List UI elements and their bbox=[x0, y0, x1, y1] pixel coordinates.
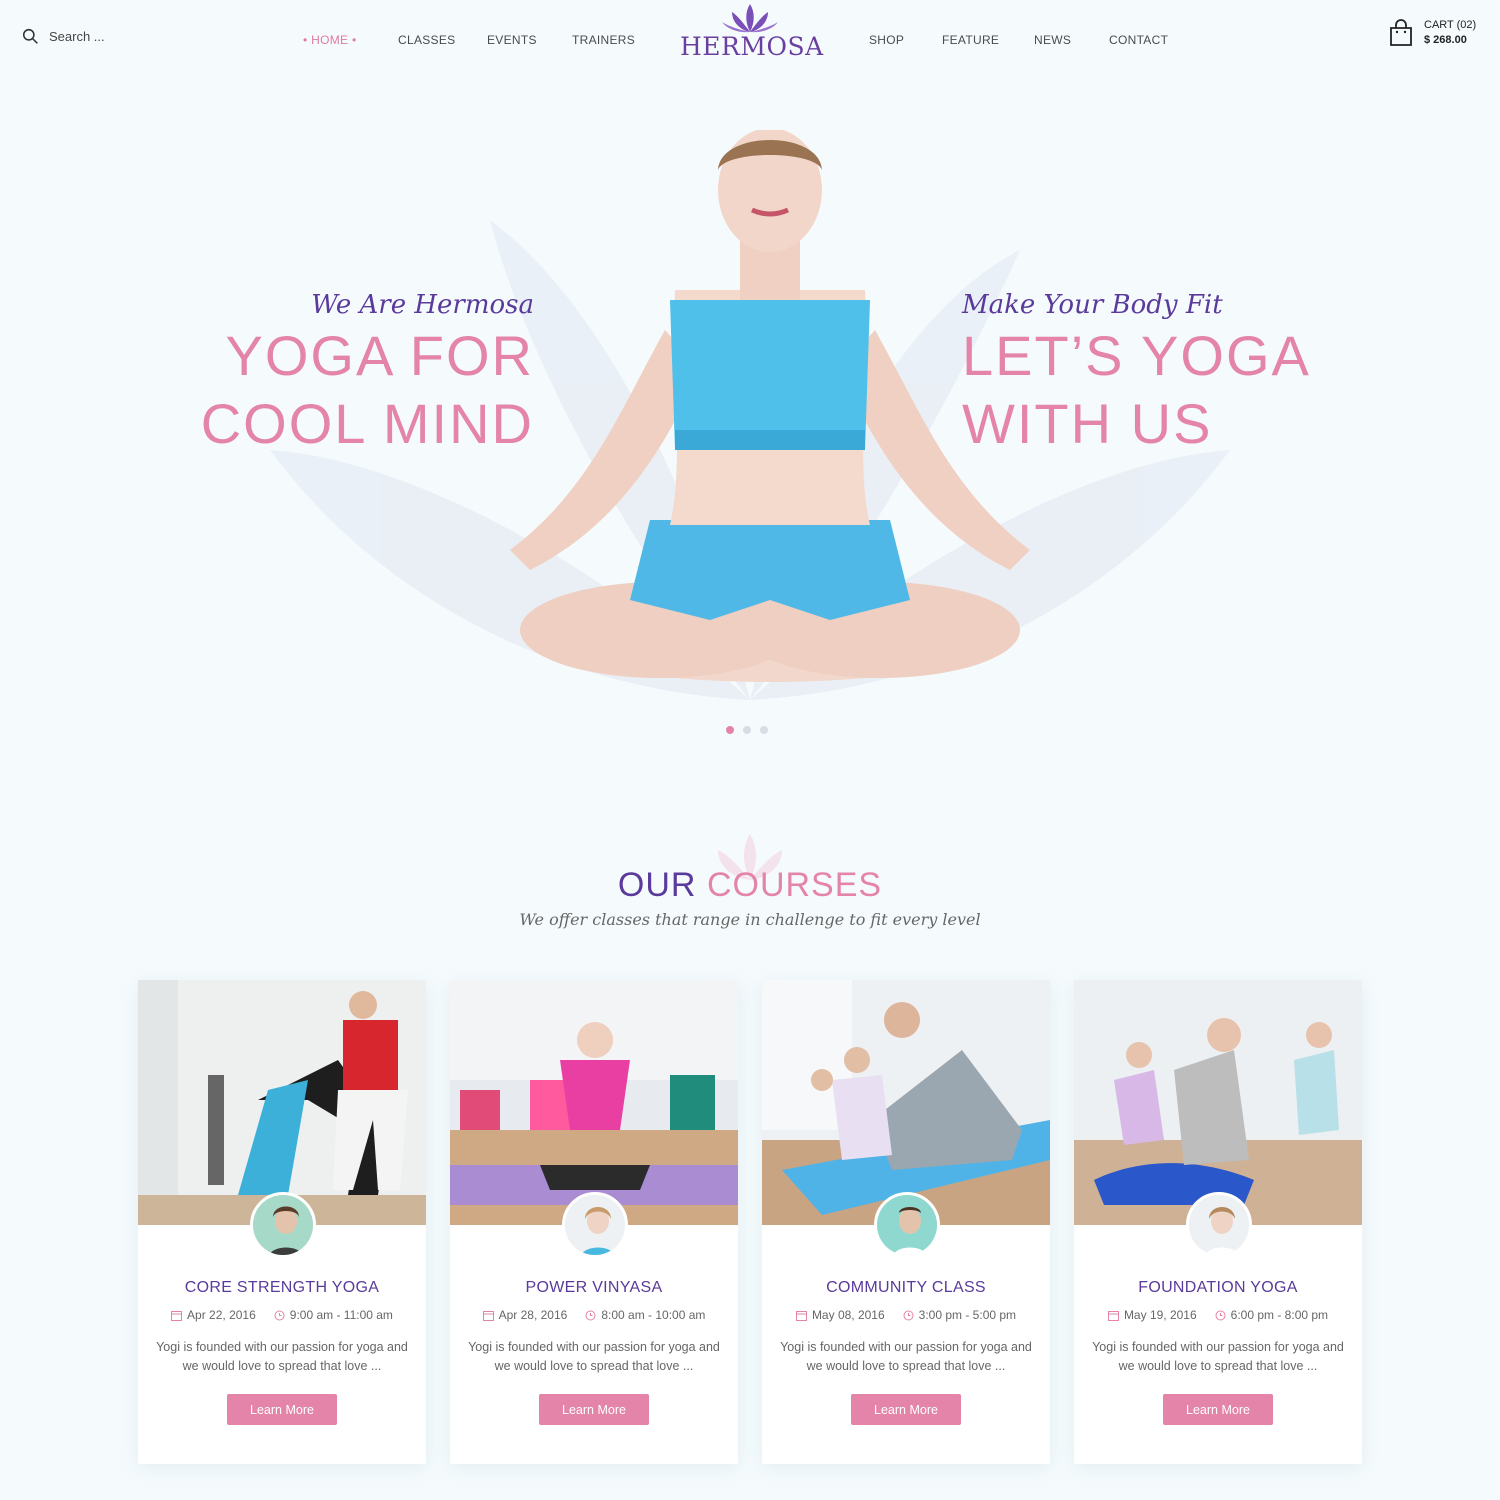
nav-home-label: HOME bbox=[311, 33, 349, 47]
calendar-icon bbox=[1107, 1310, 1119, 1321]
nav-trainers[interactable]: TRAINERS bbox=[572, 33, 635, 47]
search-icon[interactable] bbox=[22, 28, 39, 45]
site-header: • HOME • CLASSES EVENTS TRAINERS SHOP FE… bbox=[0, 0, 1500, 80]
course-title[interactable]: COMMUNITY CLASS bbox=[762, 1279, 1050, 1297]
course-card: FOUNDATION YOGA May 19, 2016 6:00 pm - 8… bbox=[1074, 980, 1362, 1464]
course-time: 9:00 am - 11:00 am bbox=[274, 1308, 393, 1322]
courses-title: OUR COURSES bbox=[0, 866, 1500, 905]
course-description: Yogi is founded with our passion for yog… bbox=[1092, 1340, 1344, 1373]
clock-icon bbox=[1215, 1310, 1226, 1320]
course-photo bbox=[138, 980, 426, 1225]
course-card: CORE STRENGTH YOGA Apr 22, 2016 9:00 am … bbox=[138, 980, 426, 1464]
course-photo bbox=[762, 980, 1050, 1225]
calendar-icon bbox=[482, 1310, 494, 1321]
trainer-avatar[interactable] bbox=[562, 1192, 628, 1258]
course-date: May 08, 2016 bbox=[795, 1308, 885, 1322]
course-time-text: 9:00 am - 11:00 am bbox=[289, 1308, 393, 1322]
hero-slider: We Are Hermosa YOGA FOR COOL MIND Make Y… bbox=[0, 80, 1500, 760]
course-description: Yogi is founded with our passion for yog… bbox=[780, 1340, 1032, 1373]
search-input[interactable] bbox=[49, 29, 169, 44]
clock-icon bbox=[274, 1310, 285, 1320]
cart-total: $ 268.00 bbox=[1424, 34, 1467, 46]
courses-title-part2: COURSES bbox=[706, 866, 883, 904]
clock-icon bbox=[903, 1310, 914, 1320]
hero-right-tagline: Make Your Body Fit bbox=[962, 290, 1223, 320]
nav-events[interactable]: EVENTS bbox=[487, 33, 537, 47]
learn-more-button[interactable]: Learn More bbox=[539, 1394, 649, 1425]
course-date: Apr 28, 2016 bbox=[482, 1308, 568, 1322]
nav-home[interactable]: • HOME • bbox=[303, 33, 356, 47]
course-description: Yogi is founded with our passion for yog… bbox=[156, 1340, 408, 1373]
nav-classes[interactable]: CLASSES bbox=[398, 33, 455, 47]
nav-feature[interactable]: FEATURE bbox=[942, 33, 999, 47]
course-time: 3:00 pm - 5:00 pm bbox=[903, 1308, 1016, 1322]
clock-icon bbox=[585, 1310, 596, 1320]
course-date-text: May 19, 2016 bbox=[1123, 1308, 1197, 1322]
course-time-text: 6:00 pm - 8:00 pm bbox=[1230, 1308, 1329, 1322]
slider-dot-1[interactable] bbox=[726, 726, 734, 734]
course-cards: CORE STRENGTH YOGA Apr 22, 2016 9:00 am … bbox=[138, 980, 1362, 1464]
trainer-avatar[interactable] bbox=[874, 1192, 940, 1258]
course-time: 8:00 am - 10:00 am bbox=[585, 1308, 705, 1322]
learn-more-button[interactable]: Learn More bbox=[851, 1394, 961, 1425]
course-meta: Apr 22, 2016 9:00 am - 11:00 am bbox=[138, 1308, 426, 1322]
course-date-text: Apr 28, 2016 bbox=[498, 1308, 568, 1322]
site-logo[interactable]: HERMOSA bbox=[680, 0, 824, 70]
cart-label: CART (02) bbox=[1424, 19, 1477, 31]
course-title[interactable]: FOUNDATION YOGA bbox=[1074, 1279, 1362, 1297]
course-title[interactable]: CORE STRENGTH YOGA bbox=[138, 1279, 426, 1297]
nav-news[interactable]: NEWS bbox=[1034, 33, 1071, 47]
course-date-text: May 08, 2016 bbox=[811, 1308, 885, 1322]
lotus-logo-icon bbox=[722, 4, 778, 33]
slider-dot-3[interactable] bbox=[760, 726, 768, 734]
course-description: Yogi is founded with our passion for yog… bbox=[468, 1340, 720, 1373]
course-card: POWER VINYASA Apr 28, 2016 8:00 am - 10:… bbox=[450, 980, 738, 1464]
cart[interactable]: CART (02) $ 268.00 bbox=[1388, 18, 1476, 48]
course-time-text: 3:00 pm - 5:00 pm bbox=[918, 1308, 1017, 1322]
course-meta: May 19, 2016 6:00 pm - 8:00 pm bbox=[1074, 1308, 1362, 1322]
course-date: May 19, 2016 bbox=[1107, 1308, 1197, 1322]
course-card: COMMUNITY CLASS May 08, 2016 3:00 pm - 5… bbox=[762, 980, 1050, 1464]
courses-subtitle: We offer classes that range in challenge… bbox=[519, 910, 981, 929]
course-time: 6:00 pm - 8:00 pm bbox=[1215, 1308, 1328, 1322]
course-photo bbox=[450, 980, 738, 1225]
learn-more-button[interactable]: Learn More bbox=[227, 1394, 337, 1425]
slider-dot-2[interactable] bbox=[743, 726, 751, 734]
courses-title-part1: OUR bbox=[617, 866, 697, 904]
trainer-avatar[interactable] bbox=[1186, 1192, 1252, 1258]
hero-right-line2: WITH US bbox=[962, 392, 1213, 455]
nav-shop[interactable]: SHOP bbox=[869, 33, 904, 47]
shopping-bag-icon[interactable] bbox=[1388, 19, 1414, 47]
slider-dots bbox=[726, 726, 768, 734]
course-time-text: 8:00 am - 10:00 am bbox=[601, 1308, 706, 1322]
calendar-icon bbox=[795, 1310, 807, 1321]
trainer-avatar[interactable] bbox=[250, 1192, 316, 1258]
hero-right-line1: LET’S YOGA bbox=[962, 324, 1311, 387]
learn-more-button[interactable]: Learn More bbox=[1163, 1394, 1273, 1425]
search-bar[interactable] bbox=[22, 28, 169, 45]
course-date: Apr 22, 2016 bbox=[171, 1308, 256, 1322]
course-title[interactable]: POWER VINYASA bbox=[450, 1279, 738, 1297]
calendar-icon bbox=[171, 1310, 183, 1321]
course-photo bbox=[1074, 980, 1362, 1225]
logo-wordmark: HERMOSA bbox=[680, 32, 824, 61]
nav-contact[interactable]: CONTACT bbox=[1109, 33, 1168, 47]
course-meta: May 08, 2016 3:00 pm - 5:00 pm bbox=[762, 1308, 1050, 1322]
course-date-text: Apr 22, 2016 bbox=[187, 1308, 256, 1322]
course-meta: Apr 28, 2016 8:00 am - 10:00 am bbox=[450, 1308, 738, 1322]
hero-text-right: Make Your Body Fit LET’S YOGA WITH US bbox=[962, 290, 1311, 456]
